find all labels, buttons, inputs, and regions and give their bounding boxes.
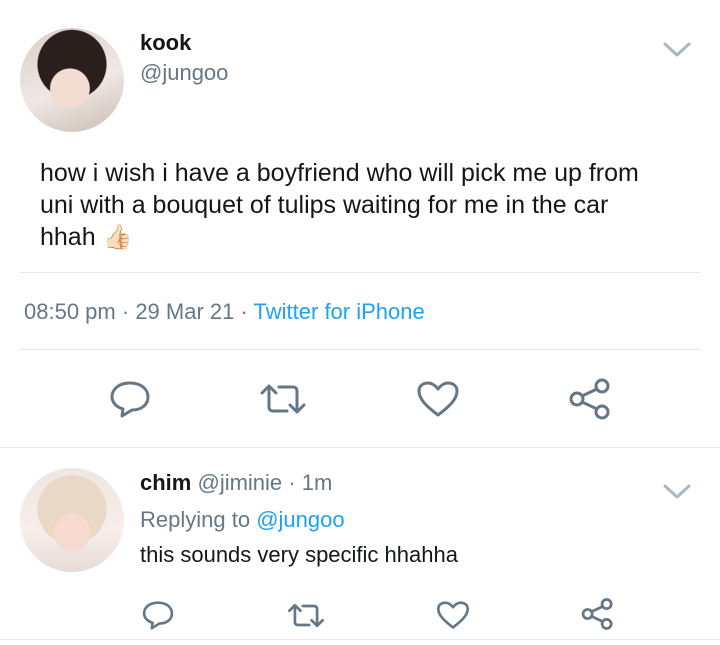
thumbs-up-emoji: 👍🏻: [102, 224, 133, 251]
author-handle[interactable]: @jungoo: [140, 60, 228, 86]
replying-to-handle[interactable]: @jungoo: [256, 507, 344, 532]
reply-header: chim @jiminie · 1m: [140, 470, 332, 496]
tweet-text: how i wish i have a boyfriend who will p…: [40, 157, 639, 254]
reply-age: 1m: [301, 470, 333, 495]
replying-to: Replying to @jungoo: [140, 507, 345, 533]
replying-to-label: Replying to: [140, 507, 251, 532]
chevron-down-icon[interactable]: [662, 40, 692, 60]
chevron-down-icon[interactable]: [662, 482, 692, 502]
divider: [0, 447, 720, 448]
reply-icon[interactable]: [141, 599, 175, 631]
author-name[interactable]: kook: [140, 30, 191, 56]
reply-text: this sounds very specific hhahha: [140, 542, 458, 567]
tweet-text-line: hhah 👍🏻: [40, 221, 639, 254]
tweet-text-line: uni with a bouquet of tulips waiting for…: [40, 191, 609, 219]
divider: [20, 349, 700, 350]
reply-author-name[interactable]: chim: [140, 470, 191, 495]
tweet-meta: 08:50 pm · 29 Mar 21 · Twitter for iPhon…: [24, 299, 425, 325]
reply-author-handle[interactable]: @jiminie: [197, 470, 282, 495]
meta-separator: ·: [288, 470, 296, 495]
retweet-icon[interactable]: [259, 381, 307, 417]
reply-author-avatar[interactable]: [20, 468, 124, 572]
tweet-source[interactable]: Twitter for iPhone: [254, 299, 425, 324]
heart-icon[interactable]: [416, 380, 460, 418]
retweet-icon[interactable]: [287, 601, 325, 630]
meta-separator: ·: [121, 299, 130, 324]
author-avatar[interactable]: [20, 28, 124, 132]
tweet-time: 08:50 pm: [24, 299, 116, 324]
divider: [20, 272, 700, 273]
tweet-text-line: how i wish i have a boyfriend who will p…: [40, 159, 639, 187]
meta-separator: ·: [240, 299, 248, 324]
tweet-text-end: hhah: [40, 223, 96, 251]
reply-icon[interactable]: [108, 379, 152, 419]
share-icon[interactable]: [567, 377, 613, 421]
heart-icon[interactable]: [436, 600, 470, 630]
tweet-date: 29 Mar 21: [135, 299, 235, 324]
divider: [0, 639, 720, 640]
share-icon[interactable]: [580, 597, 615, 631]
